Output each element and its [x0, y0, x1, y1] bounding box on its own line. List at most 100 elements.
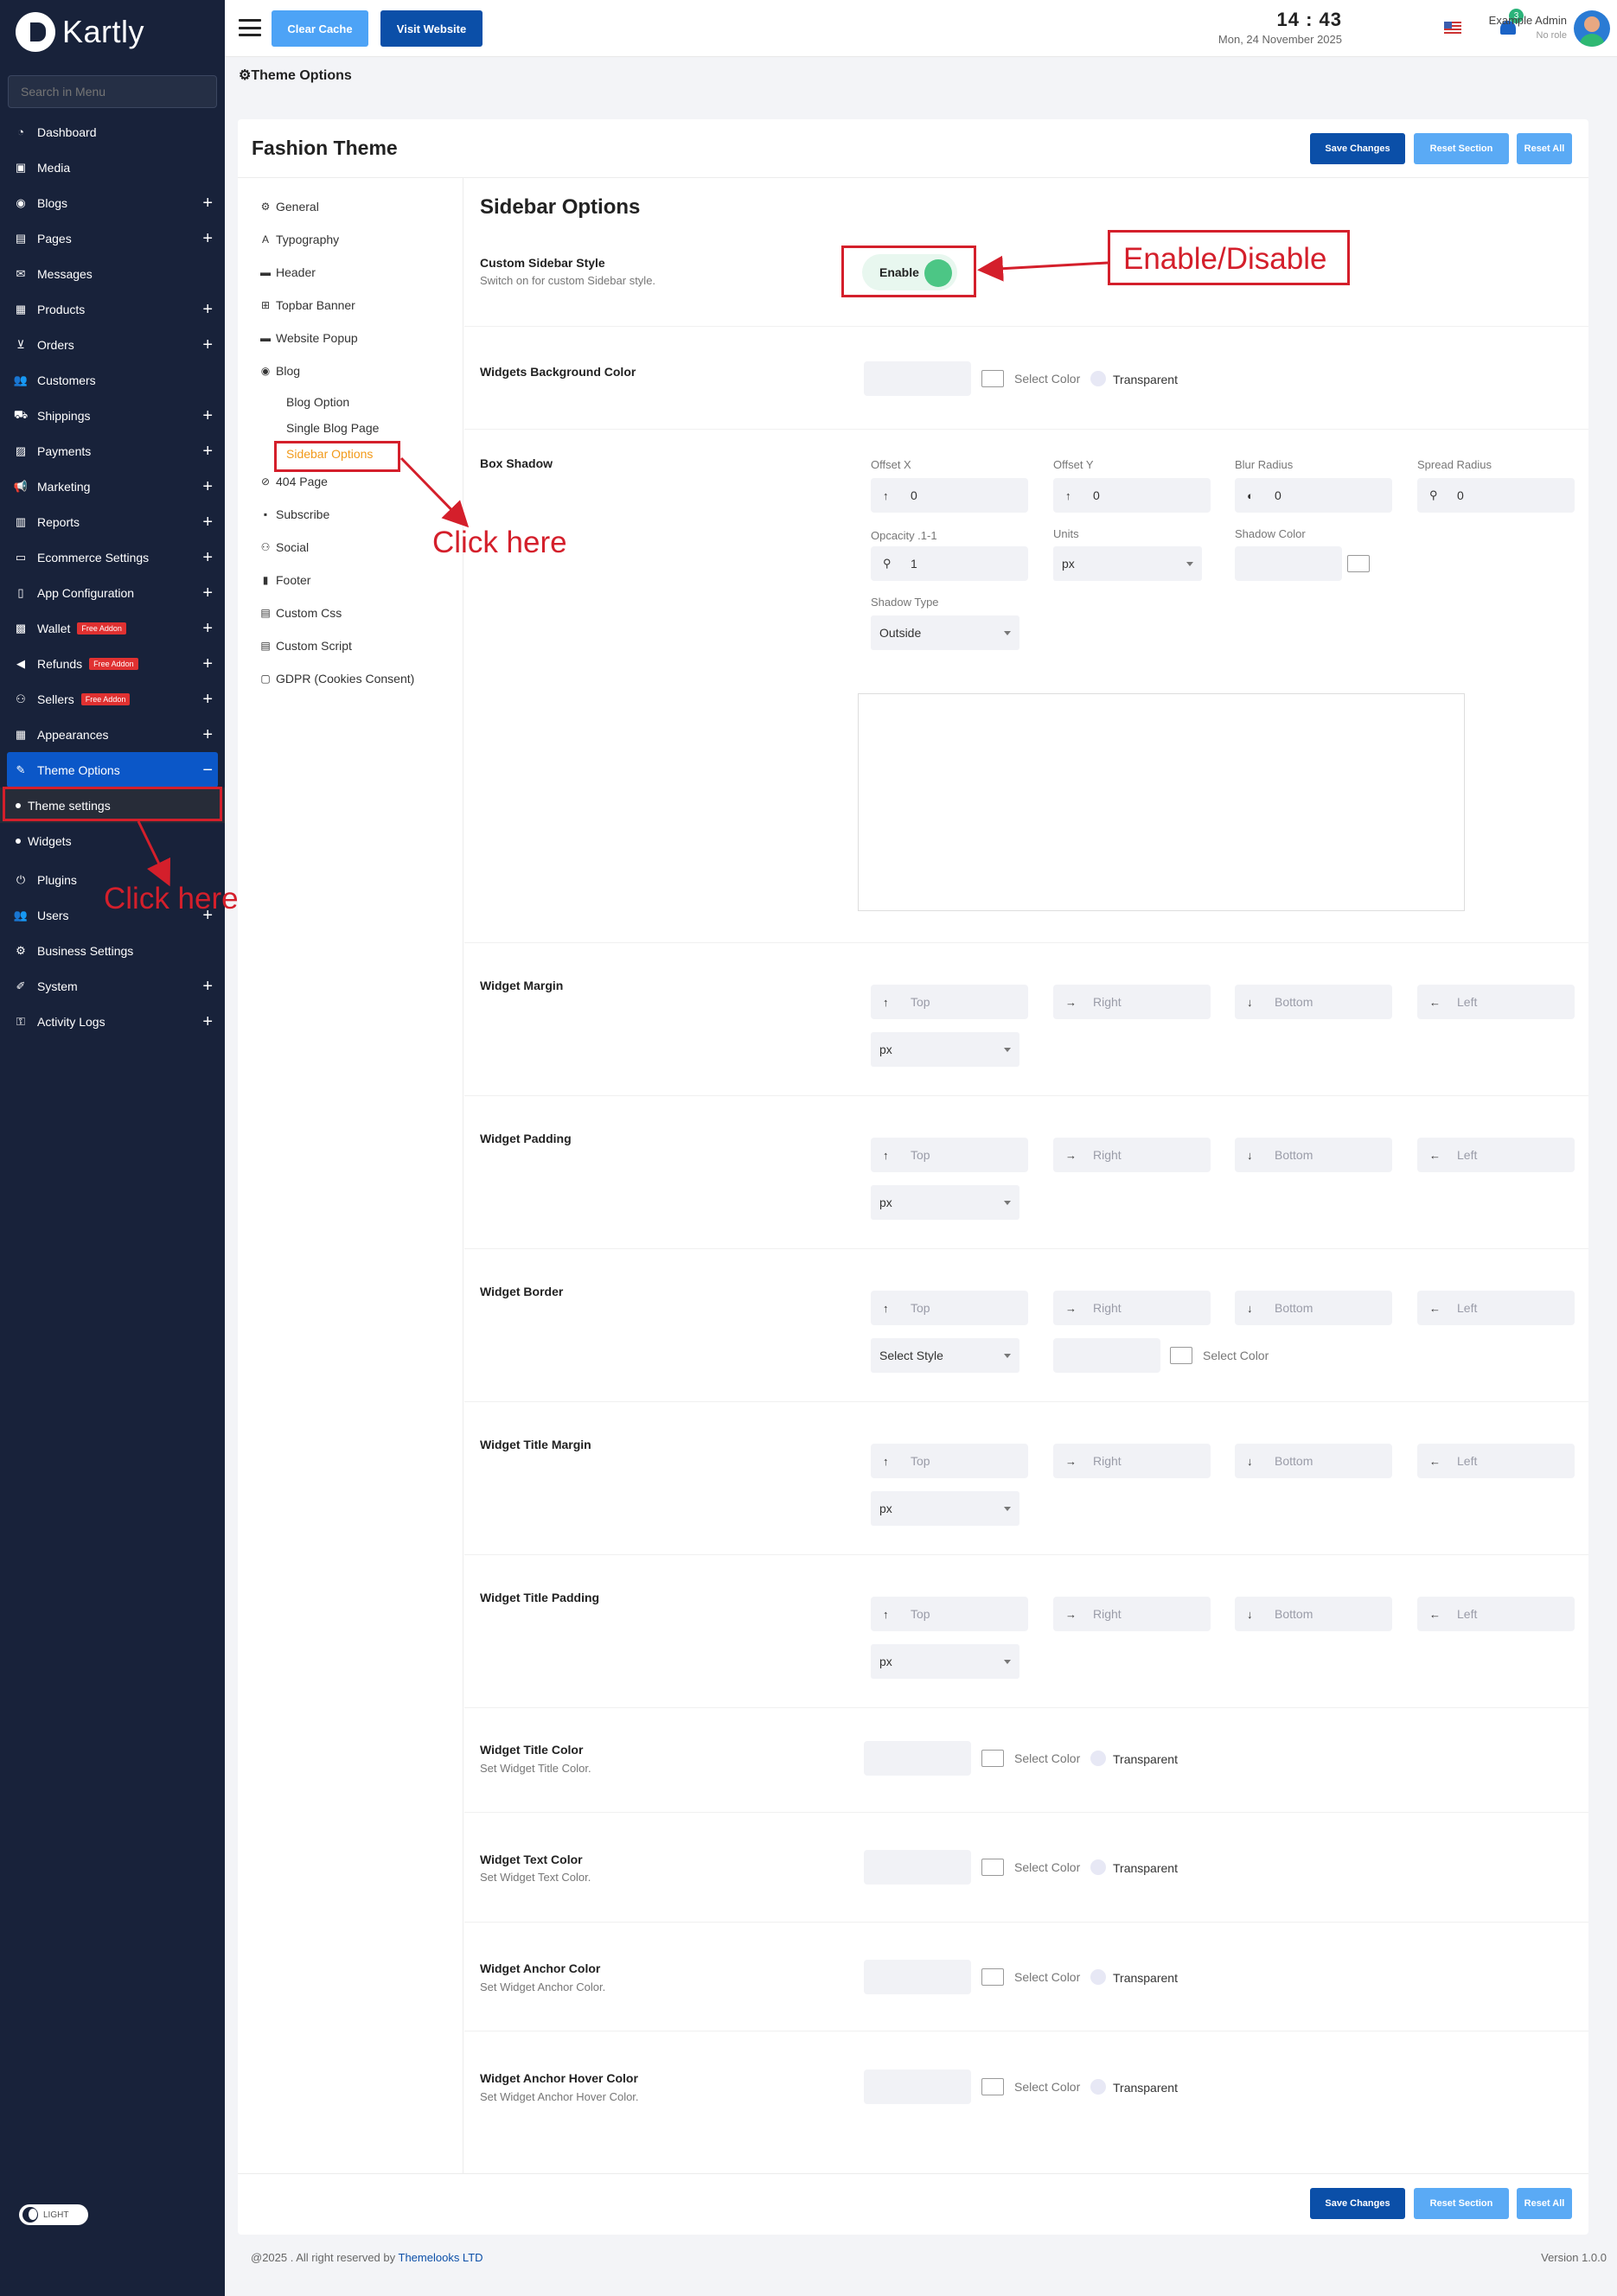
widget-title-margin-right-input[interactable]: → Right	[1053, 1444, 1211, 1478]
widget-border-color-swatch[interactable]	[1053, 1338, 1160, 1373]
expand-plus-icon[interactable]: +	[202, 619, 213, 639]
widget-title-padding-unit-select[interactable]: px	[871, 1644, 1019, 1679]
shadow-color-picker[interactable]	[1347, 555, 1370, 572]
visit-website-button[interactable]: Visit Website	[380, 10, 483, 47]
expand-plus-icon[interactable]: +	[202, 690, 213, 710]
sidebar-item-media[interactable]: ▣ Media	[0, 150, 225, 185]
transparent-radio[interactable]	[1090, 371, 1106, 386]
widget-title-margin-bottom-input[interactable]: ↓ Bottom	[1235, 1444, 1392, 1478]
widget-padding-right-input[interactable]: → Right	[1053, 1138, 1211, 1172]
sidebar-item-business-settings[interactable]: ⚙ Business Settings	[0, 933, 225, 968]
sidebar-item-messages[interactable]: ✉ Messages	[0, 256, 225, 291]
widget-padding-bottom-input[interactable]: ↓ Bottom	[1235, 1138, 1392, 1172]
widget-title-padding-bottom-input[interactable]: ↓ Bottom	[1235, 1597, 1392, 1631]
widget-anchor-hover-color-picker[interactable]	[981, 2078, 1004, 2095]
sidebar-item-payments[interactable]: ▨ Payments +	[0, 433, 225, 469]
transparent-radio[interactable]	[1090, 1751, 1106, 1766]
widget-text-color-swatch[interactable]	[864, 1850, 971, 1885]
widget-border-right-input[interactable]: → Right	[1053, 1291, 1211, 1325]
menu-item-custom-script[interactable]: ▤ Custom Script	[259, 639, 352, 653]
collapse-minus-icon[interactable]: −	[202, 761, 213, 781]
expand-plus-icon[interactable]: +	[202, 335, 213, 355]
widgets-bg-color-picker[interactable]	[981, 370, 1004, 387]
expand-plus-icon[interactable]: +	[202, 513, 213, 533]
widget-title-margin-left-input[interactable]: ← Left	[1417, 1444, 1575, 1478]
widget-title-padding-right-input[interactable]: → Right	[1053, 1597, 1211, 1631]
widget-text-color-picker[interactable]	[981, 1859, 1004, 1876]
widget-title-color-swatch[interactable]	[864, 1741, 971, 1776]
sidebar-item-dashboard[interactable]: ◔ Dashboard	[0, 114, 225, 150]
transparent-radio[interactable]	[1090, 1859, 1106, 1875]
widgets-bg-color-swatch[interactable]	[864, 361, 971, 396]
menu-item-404-page[interactable]: ⊘ 404 Page	[259, 475, 328, 488]
menu-item-gdpr[interactable]: ▢ GDPR (Cookies Consent)	[259, 672, 414, 686]
expand-plus-icon[interactable]: +	[202, 548, 213, 568]
sidebar-item-orders[interactable]: ⊻ Orders +	[0, 327, 225, 362]
theme-mode-toggle[interactable]: LIGHT	[19, 2204, 88, 2225]
expand-plus-icon[interactable]: +	[202, 229, 213, 249]
menu-subitem-blog-option[interactable]: Blog Option	[286, 395, 349, 409]
sidebar-item-customers[interactable]: 👥 Customers	[0, 362, 225, 398]
save-changes-button[interactable]: Save Changes	[1310, 133, 1405, 164]
save-changes-button-bottom[interactable]: Save Changes	[1310, 2188, 1405, 2219]
menu-item-general[interactable]: ⚙ General	[259, 200, 319, 214]
widget-title-padding-top-input[interactable]: ↑ Top	[871, 1597, 1028, 1631]
menu-item-custom-css[interactable]: ▤ Custom Css	[259, 606, 342, 620]
sidebar-item-appearances[interactable]: ▦ Appearances +	[0, 717, 225, 752]
widget-title-margin-top-input[interactable]: ↑ Top	[871, 1444, 1028, 1478]
sidebar-item-reports[interactable]: ▥ Reports +	[0, 504, 225, 539]
expand-plus-icon[interactable]: +	[202, 725, 213, 745]
widget-anchor-color-swatch[interactable]	[864, 1960, 971, 1994]
widget-anchor-hover-color-swatch[interactable]	[864, 2070, 971, 2104]
menu-item-social[interactable]: ⚇ Social	[259, 540, 310, 554]
widget-border-bottom-input[interactable]: ↓ Bottom	[1235, 1291, 1392, 1325]
sidebar-item-wallet[interactable]: ▩ Wallet Free Addon +	[0, 610, 225, 646]
sidebar-item-products[interactable]: ▦ Products +	[0, 291, 225, 327]
menu-search-input[interactable]	[8, 75, 217, 108]
sidebar-item-ecommerce-settings[interactable]: ▭ Ecommerce Settings +	[0, 539, 225, 575]
menu-item-header[interactable]: ▬ Header	[259, 265, 316, 279]
spread-radius-input[interactable]: ⚲ 0	[1417, 478, 1575, 513]
us-flag-icon[interactable]	[1444, 22, 1461, 34]
widget-anchor-color-picker[interactable]	[981, 1968, 1004, 1986]
units-select[interactable]: px	[1053, 546, 1202, 581]
widget-title-margin-unit-select[interactable]: px	[871, 1491, 1019, 1526]
widget-margin-top-input[interactable]: ↑ Top	[871, 985, 1028, 1019]
widget-title-padding-left-input[interactable]: ← Left	[1417, 1597, 1575, 1631]
widget-padding-left-input[interactable]: ← Left	[1417, 1138, 1575, 1172]
sidebar-item-sellers[interactable]: ⚇ Sellers Free Addon +	[0, 681, 225, 717]
widget-margin-unit-select[interactable]: px	[871, 1032, 1019, 1067]
expand-plus-icon[interactable]: +	[202, 300, 213, 320]
reset-section-button[interactable]: Reset Section	[1414, 133, 1509, 164]
menu-item-topbar-banner[interactable]: ⊞ Topbar Banner	[259, 298, 355, 312]
menu-item-footer[interactable]: ▮ Footer	[259, 573, 311, 587]
widget-border-style-select[interactable]: Select Style	[871, 1338, 1019, 1373]
expand-plus-icon[interactable]: +	[202, 194, 213, 214]
sidebar-subitem-widgets[interactable]: Widgets	[0, 823, 225, 858]
sidebar-item-pages[interactable]: ▤ Pages +	[0, 220, 225, 256]
menu-toggle-icon[interactable]	[239, 19, 261, 36]
expand-plus-icon[interactable]: +	[202, 442, 213, 462]
widget-padding-unit-select[interactable]: px	[871, 1185, 1019, 1220]
sidebar-item-app-configuration[interactable]: ▯ App Configuration +	[0, 575, 225, 610]
sidebar-item-theme-options[interactable]: ✎ Theme Options −	[7, 752, 218, 788]
transparent-radio[interactable]	[1090, 2079, 1106, 2095]
clear-cache-button[interactable]: Clear Cache	[272, 10, 368, 47]
shadow-type-select[interactable]: Outside	[871, 615, 1019, 650]
brand-logo[interactable]: Kartly	[16, 12, 144, 52]
sidebar-item-shippings[interactable]: ⛟ Shippings +	[0, 398, 225, 433]
expand-plus-icon[interactable]: +	[202, 1012, 213, 1032]
offset-y-input[interactable]: ↑ 0	[1053, 478, 1211, 513]
widget-margin-bottom-input[interactable]: ↓ Bottom	[1235, 985, 1392, 1019]
reset-all-button-bottom[interactable]: Reset All	[1517, 2188, 1572, 2219]
sidebar-item-system[interactable]: ✐ System +	[0, 968, 225, 1004]
sidebar-item-refunds[interactable]: ◀ Refunds Free Addon +	[0, 646, 225, 681]
menu-item-blog[interactable]: ◉ Blog	[259, 364, 300, 378]
sidebar-item-marketing[interactable]: 📢 Marketing +	[0, 469, 225, 504]
shadow-color-swatch[interactable]	[1235, 546, 1342, 581]
sidebar-item-activity-logs[interactable]: ⚿ Activity Logs +	[0, 1004, 225, 1039]
menu-item-typography[interactable]: A Typography	[259, 233, 339, 246]
menu-item-subscribe[interactable]: ▪ Subscribe	[259, 507, 329, 521]
reset-section-button-bottom[interactable]: Reset Section	[1414, 2188, 1509, 2219]
widget-border-color-picker[interactable]	[1170, 1347, 1192, 1364]
